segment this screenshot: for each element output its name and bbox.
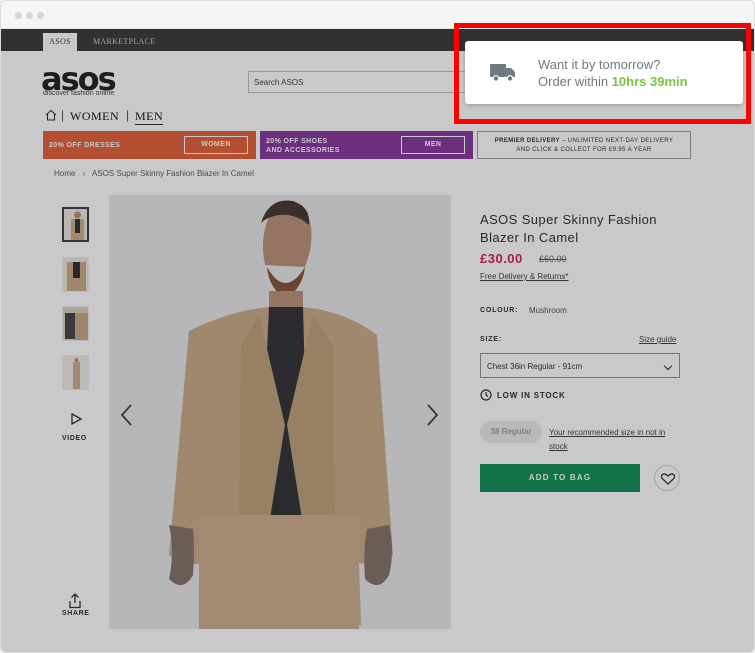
play-icon[interactable] [70,413,82,425]
promo-premier-delivery[interactable]: PREMIER DELIVERY – UNLIMITED NEXT-DAY DE… [477,131,691,159]
popup-countdown: 10hrs 39min [611,74,688,89]
thumbnail-front[interactable] [62,207,89,242]
colour-value: Mushroom [529,306,567,315]
product-price: £30.00 [480,251,523,266]
breadcrumb-home[interactable]: Home [54,169,75,178]
breadcrumb-separator: › [82,169,86,178]
thumbnail-image [63,307,88,340]
promo-text-line: 20% OFF SHOES [266,138,328,145]
product-title: ASOS Super Skinny Fashion Blazer In Came… [480,212,657,245]
size-label: SIZE: [480,336,502,343]
promo-women-button[interactable]: WOMEN [184,136,248,154]
nav-divider: | [126,108,130,122]
colour-label: COLOUR: [480,307,519,314]
window-zoom-dot[interactable] [37,12,44,19]
promo-text: 20% OFF SHOES AND ACCESSORIES [266,137,340,155]
promo-banner-dresses[interactable]: 20% OFF DRESSES WOMEN [43,131,256,159]
premier-text: AND CLICK & COLLECT FOR £9.95 A YEAR [516,147,652,153]
thumbnail-detail[interactable] [62,257,89,292]
add-to-bag-button[interactable]: ADD TO BAG [480,464,640,492]
popup-headline: Want it by tomorrow? [538,57,661,72]
save-for-later-button[interactable] [654,465,680,491]
product-main-image[interactable] [109,195,451,629]
browser-window: ASOS MARKETPLACE asos discover fashion o… [0,0,755,653]
thumbnail-full-length[interactable] [62,355,89,390]
recommended-size-badge: 38 Regular [480,421,542,443]
promo-text-line: AND ACCESSORIES [266,147,340,154]
stock-status: LOW IN STOCK [497,391,566,400]
logo-tagline: discover fashion online [43,90,115,97]
recommended-size-link[interactable]: Your recommended size in not in stock [549,426,683,454]
size-guide-link[interactable]: Size guide [639,335,676,344]
thumbnail-image [63,258,88,291]
window-close-dot[interactable] [15,12,22,19]
next-image-arrow-icon[interactable] [426,403,440,427]
promo-men-button[interactable]: MEN [401,136,465,154]
previous-image-arrow-icon[interactable] [119,403,133,427]
free-delivery-link[interactable]: Free Delivery & Returns* [480,272,568,281]
heart-icon [660,473,676,485]
search-input[interactable]: Search ASOS [248,71,478,93]
thumbnail-back[interactable] [62,306,89,341]
popup-order-within: Order within [538,74,612,89]
popup-countdown-line: Order within 10hrs 39min [538,74,688,89]
tab-asos[interactable]: ASOS [43,33,77,51]
home-icon[interactable] [45,109,57,121]
nav-women[interactable]: WOMEN [70,109,119,124]
thumbnail-image [63,356,88,389]
premier-title: PREMIER DELIVERY [494,138,560,144]
promo-banner-shoes[interactable]: 20% OFF SHOES AND ACCESSORIES MEN [260,131,473,159]
breadcrumb-current: ASOS Super Skinny Fashion Blazer In Came… [92,169,254,178]
share-label[interactable]: SHARE [62,610,90,617]
nav-divider: | [61,108,65,122]
breadcrumb: Home › ASOS Super Skinny Fashion Blazer … [54,169,254,178]
video-label[interactable]: VIDEO [62,435,87,442]
thumbnail-image [64,209,87,240]
truck-icon [490,64,515,82]
premier-text: – UNLIMITED NEXT-DAY DELIVERY [559,138,674,144]
chevron-down-icon [663,361,673,371]
size-selected-value: Chest 36in Regular - 91cm [487,362,583,371]
nav-men[interactable]: MEN [135,109,164,125]
size-select[interactable]: Chest 36in Regular - 91cm [480,353,680,378]
clock-icon [480,389,492,401]
delivery-countdown-popup[interactable]: Want it by tomorrow? Order within 10hrs … [465,41,743,104]
model-photo [109,195,451,629]
share-icon[interactable] [68,593,82,609]
original-price: £60.00 [539,254,567,264]
window-minimize-dot[interactable] [26,12,33,19]
tab-marketplace[interactable]: MARKETPLACE [93,33,155,51]
promo-text: 20% OFF DRESSES [49,142,121,149]
